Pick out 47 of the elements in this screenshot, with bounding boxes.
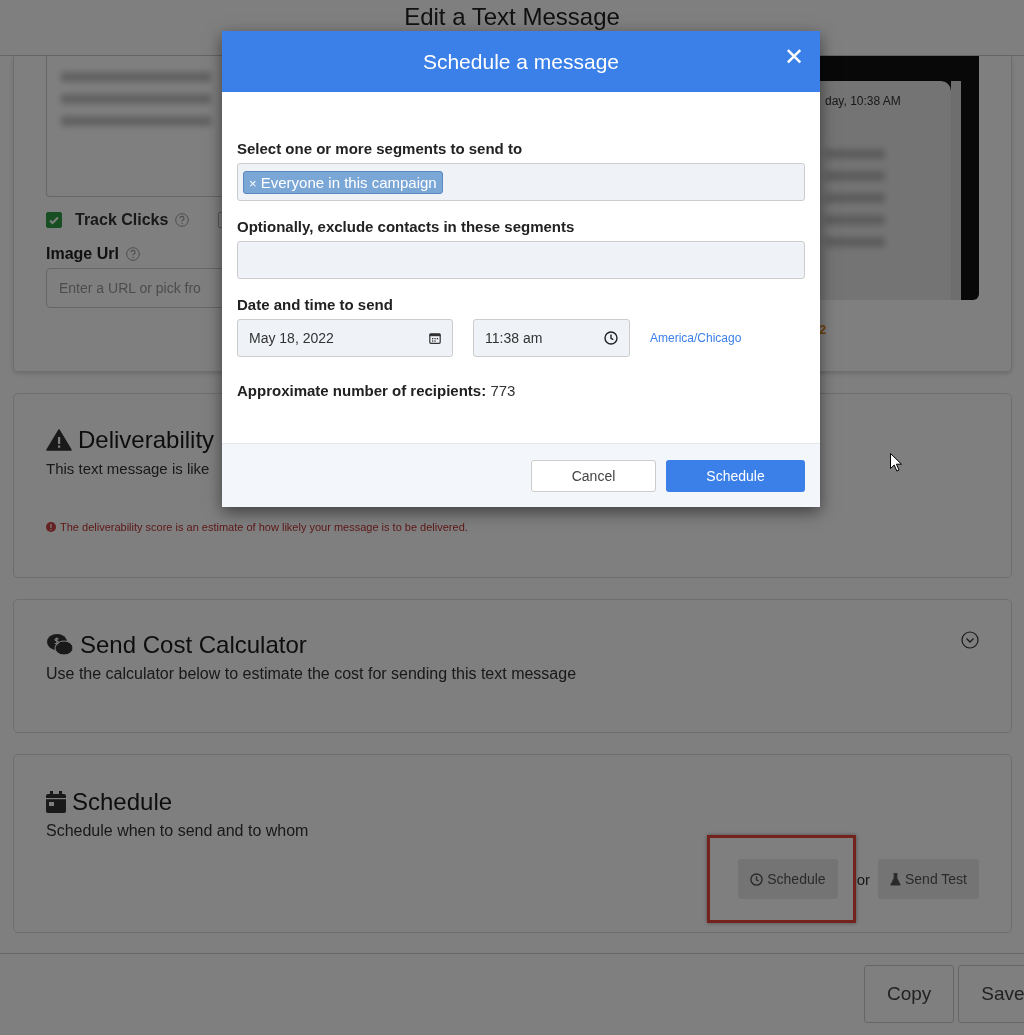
money-chat-icon <box>46 633 74 657</box>
field-label: Optionally, exclude contacts in these segments <box>237 218 576 236</box>
section-description: This text message is like <box>46 460 210 477</box>
clock-icon <box>604 331 618 345</box>
segment-counter: 2 <box>819 322 828 337</box>
track-clicks-checkbox[interactable] <box>46 212 62 228</box>
track-clicks-label: Track Clicks <box>75 211 169 229</box>
exclamation-icon <box>46 522 56 532</box>
time-field[interactable]: 11:38 am <box>473 319 630 357</box>
time-value: 11:38 am <box>485 330 543 346</box>
section-title: Send Cost Calculator <box>80 631 307 659</box>
page-title: Edit a Text Message <box>404 4 620 32</box>
field-label: Select one or more segments to send to <box>237 140 524 158</box>
mouse-cursor-icon <box>890 453 902 472</box>
footer-button[interactable]: Copy <box>864 965 955 1023</box>
date-field[interactable]: May 18, 2022 <box>237 319 453 357</box>
date-value: May 18, 2022 <box>249 330 334 346</box>
deliverability-note: The deliverability score is an estimate of how likely your message is to be delivered. <box>60 521 468 533</box>
footer-button[interactable]: Save <box>958 965 1024 1023</box>
timezone-link[interactable]: America/Chicago <box>650 331 742 345</box>
schedule-button[interactable]: Schedule <box>738 859 838 899</box>
image-url-label: Image Url <box>46 245 119 263</box>
recipients-count: Approximate number of recipients: 773 <box>237 382 517 399</box>
schedule-submit-button[interactable]: Schedule <box>666 459 805 492</box>
segments-field[interactable]: × Everyone in this campaign <box>237 163 805 201</box>
section-title: Schedule <box>72 788 173 816</box>
segment-tag[interactable]: × Everyone in this campaign <box>243 170 443 194</box>
send-test-button[interactable]: Send Test <box>878 859 979 899</box>
close-button[interactable]: ✕ <box>781 43 806 71</box>
cancel-button[interactable]: Cancel <box>531 459 656 492</box>
warning-icon <box>46 429 72 451</box>
clock-icon <box>750 872 764 886</box>
help-icon <box>175 213 190 227</box>
or-label: or <box>856 870 870 888</box>
section-description: Use the calculator below to estimate the cost for sending this text message <box>46 665 577 683</box>
calendar-icon <box>46 791 66 813</box>
flask-icon <box>890 872 901 886</box>
scrollbar[interactable] <box>951 81 961 300</box>
field-label: Date and time to send <box>237 296 394 314</box>
message-timestamp: day, 10:38 AM <box>825 94 901 108</box>
section-title: Deliverability <box>78 426 215 454</box>
dialog-title: Schedule a message <box>422 49 620 74</box>
help-icon <box>125 247 140 261</box>
chevron-icon[interactable] <box>961 631 979 649</box>
section-description: Schedule when to send and to whom <box>46 822 309 840</box>
exclude-segments-field[interactable] <box>237 241 805 279</box>
calendar-icon <box>429 332 441 344</box>
